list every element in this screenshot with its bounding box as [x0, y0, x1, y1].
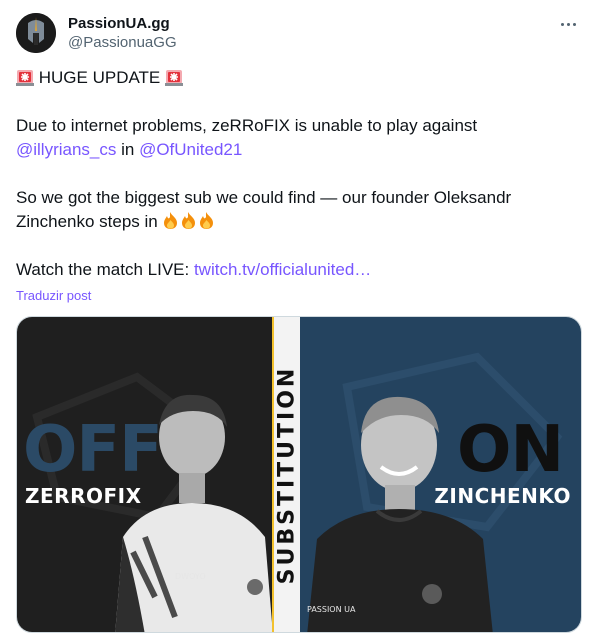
substitution-label: SUBSTITUTION	[274, 365, 300, 585]
text-segment: in	[116, 140, 140, 159]
author-avatar[interactable]	[16, 13, 56, 53]
text-segment: Watch the match LIVE:	[16, 260, 194, 279]
author-handle[interactable]: @PassionuaGG	[68, 34, 177, 51]
paragraph-sub: So we got the biggest sub we could find …	[16, 186, 582, 234]
tweet-media-image[interactable]: OFF ON DWOYO PASSION UA ZERROFIX ZINCHEN…	[16, 316, 582, 633]
sponsor-right: PASSION UA	[307, 605, 356, 614]
author-name[interactable]: PassionUA.gg	[68, 15, 170, 32]
player-out-photo	[115, 394, 273, 632]
player-out-name: ZERROFIX	[25, 484, 142, 508]
mention-illyrians[interactable]: @illyrians_cs	[16, 140, 116, 159]
fire-icon	[182, 212, 196, 229]
more-options-icon[interactable]	[556, 14, 580, 34]
headline-text: HUGE UPDATE	[38, 68, 161, 87]
translate-post-link[interactable]: Traduzir post	[16, 288, 91, 303]
player-in-name: ZINCHENKO	[434, 484, 571, 508]
headline: HUGE UPDATE	[16, 66, 582, 90]
text-segment: Due to internet problems, zeRRoFIX is un…	[16, 116, 478, 135]
player-in-photo	[307, 396, 493, 632]
mention-ofunited[interactable]: @OfUnited21	[139, 140, 242, 159]
siren-icon	[16, 70, 34, 86]
twitch-link[interactable]: twitch.tv/officialunited…	[194, 260, 371, 279]
siren-icon	[165, 70, 184, 86]
fire-icon	[164, 212, 178, 229]
paragraph-watch: Watch the match LIVE: twitch.tv/official…	[16, 258, 582, 282]
fire-icon	[200, 212, 214, 229]
tweet-body: HUGE UPDATE Due to internet problems, ze…	[16, 66, 582, 282]
paragraph-problems: Due to internet problems, zeRRoFIX is un…	[16, 114, 582, 162]
text-segment: So we got the biggest sub we could find …	[16, 188, 512, 231]
spartan-helmet-logo-icon	[16, 13, 56, 53]
sponsor-left: DWOYO	[175, 572, 206, 581]
